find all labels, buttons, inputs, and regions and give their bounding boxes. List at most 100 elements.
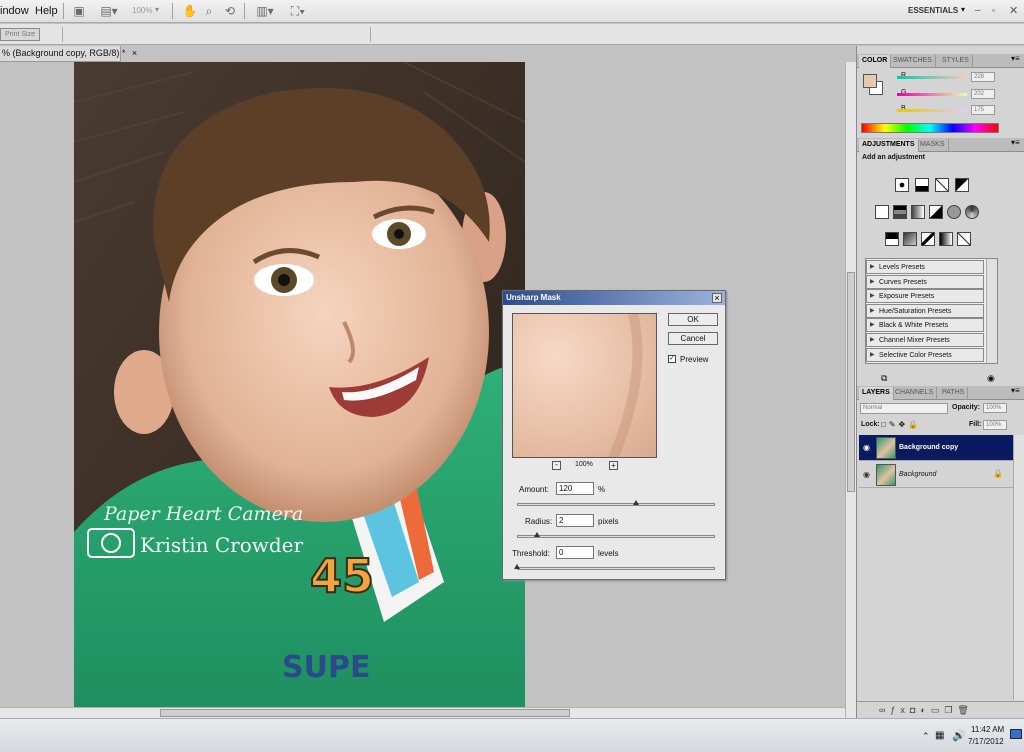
layer-row-background-copy[interactable]: ◉ Background copy bbox=[859, 435, 1023, 461]
close-icon[interactable]: ✕ bbox=[1009, 4, 1018, 17]
invert-icon[interactable] bbox=[885, 232, 899, 246]
curves-icon[interactable] bbox=[935, 178, 949, 192]
new-group-icon[interactable]: ▭ bbox=[931, 705, 945, 715]
brightness-icon[interactable] bbox=[895, 178, 909, 192]
horizontal-scrollbar[interactable] bbox=[0, 707, 845, 718]
workspace-switcher[interactable]: ESSENTIALS bbox=[908, 6, 958, 15]
posterize-icon[interactable] bbox=[903, 232, 917, 246]
amount-slider-knob[interactable] bbox=[632, 500, 639, 505]
cancel-button[interactable]: Cancel bbox=[668, 332, 718, 345]
levels-icon[interactable] bbox=[915, 178, 929, 192]
hue-saturation-icon[interactable] bbox=[893, 205, 907, 219]
minimize-icon[interactable]: – bbox=[975, 5, 981, 16]
amount-input[interactable]: 120 bbox=[556, 482, 594, 495]
vertical-scrollbar[interactable] bbox=[845, 62, 856, 718]
tab-color[interactable]: COLOR bbox=[859, 55, 892, 68]
green-channel-value[interactable]: 202 bbox=[971, 89, 995, 99]
zoom-tool-icon[interactable]: ⌕ bbox=[201, 4, 217, 19]
view-extras-icon[interactable]: ▤▾ bbox=[96, 4, 122, 19]
layer-row-background[interactable]: ◉ Background 🔒 bbox=[859, 462, 1023, 488]
radius-input[interactable]: 2 bbox=[556, 514, 594, 527]
selective-color-icon[interactable] bbox=[957, 232, 971, 246]
photo-filter-icon[interactable] bbox=[947, 205, 961, 219]
tab-channels[interactable]: CHANNELS bbox=[892, 387, 938, 400]
ok-button[interactable]: OK bbox=[668, 313, 718, 326]
channel-mixer-icon[interactable] bbox=[965, 205, 979, 219]
panel-menu-icon[interactable]: ▾≡ bbox=[1011, 386, 1020, 395]
threshold-slider[interactable] bbox=[517, 567, 715, 570]
gradient-map-icon[interactable] bbox=[939, 232, 953, 246]
exposure-icon[interactable] bbox=[955, 178, 969, 192]
layer-name[interactable]: Background copy bbox=[899, 444, 958, 451]
foreground-swatch-fill[interactable] bbox=[863, 74, 877, 88]
threshold-icon[interactable] bbox=[921, 232, 935, 246]
tab-layers[interactable]: LAYERS bbox=[859, 387, 894, 400]
threshold-slider-knob[interactable] bbox=[514, 564, 520, 569]
vertical-scroll-thumb[interactable] bbox=[847, 272, 855, 492]
blend-mode-select[interactable]: Normal bbox=[860, 403, 948, 414]
red-channel-slider[interactable] bbox=[897, 76, 967, 79]
preset-exposure[interactable]: Exposure Presets bbox=[866, 289, 984, 303]
hand-tool-icon[interactable]: ✋ bbox=[182, 4, 198, 19]
delete-layer-icon[interactable]: 🗑 bbox=[957, 705, 973, 715]
lock-icons[interactable]: □✎✥🔒 bbox=[881, 420, 921, 429]
vibrance-icon[interactable] bbox=[875, 205, 889, 219]
preset-curves[interactable]: Curves Presets bbox=[866, 275, 984, 289]
zoom-in-button[interactable]: + bbox=[609, 461, 618, 470]
clock-date[interactable]: 7/17/2012 bbox=[968, 737, 1004, 746]
bridge-icon[interactable]: ▣ bbox=[71, 4, 87, 19]
menu-window[interactable]: indow bbox=[0, 5, 29, 17]
preset-selective-color[interactable]: Selective Color Presets bbox=[866, 348, 984, 362]
radius-slider-knob[interactable] bbox=[533, 532, 540, 537]
color-balance-icon[interactable] bbox=[911, 205, 925, 219]
eye-icon[interactable]: ◉ bbox=[863, 470, 870, 479]
presets-scrollbar[interactable] bbox=[986, 259, 997, 363]
preset-levels[interactable]: Levels Presets bbox=[866, 260, 984, 274]
visibility-toggle-icon[interactable]: ◉ bbox=[987, 373, 995, 384]
action-center-icon[interactable] bbox=[1010, 729, 1022, 739]
rotate-view-icon[interactable]: ⟲ bbox=[222, 4, 238, 19]
tab-paths[interactable]: PATHS bbox=[939, 387, 969, 400]
clock-time[interactable]: 11:42 AM bbox=[971, 725, 1004, 734]
panel-menu-icon[interactable]: ▾≡ bbox=[1011, 54, 1020, 63]
preview-checkbox[interactable]: ✓ bbox=[668, 355, 676, 363]
restore-icon[interactable]: ▫ bbox=[992, 5, 995, 15]
color-ramp[interactable] bbox=[861, 123, 999, 133]
green-channel-slider[interactable] bbox=[897, 93, 967, 96]
document-tab[interactable]: % (Background copy, RGB/8) * × bbox=[0, 46, 137, 62]
link-layers-icon[interactable]: ∞ bbox=[879, 705, 890, 715]
eye-icon[interactable]: ◉ bbox=[863, 443, 870, 452]
arrange-documents-icon[interactable]: ▥▾ bbox=[253, 4, 277, 19]
dialog-close-icon[interactable]: × bbox=[712, 293, 722, 303]
new-layer-icon[interactable]: ❐ bbox=[944, 705, 957, 715]
radius-slider[interactable] bbox=[517, 535, 715, 538]
zoom-out-button[interactable]: - bbox=[552, 461, 561, 470]
layer-style-icon[interactable]: ƒx bbox=[890, 705, 910, 715]
layer-name[interactable]: Background bbox=[899, 471, 936, 478]
clip-to-layer-icon[interactable]: ⧉ bbox=[881, 373, 887, 384]
tab-masks[interactable]: MASKS bbox=[917, 139, 949, 152]
tab-styles[interactable]: STYLES bbox=[939, 55, 973, 68]
document-canvas[interactable]: 45 SUPE Paper Heart Camera Kristin Crowd… bbox=[74, 62, 525, 708]
network-icon[interactable]: ▦ bbox=[935, 730, 944, 741]
layers-scrollbar[interactable] bbox=[1013, 435, 1024, 700]
print-size-button[interactable]: Print Size bbox=[0, 28, 40, 41]
layer-mask-icon[interactable]: ◘ bbox=[910, 705, 920, 715]
red-channel-value[interactable]: 228 bbox=[971, 72, 995, 82]
volume-icon[interactable]: 🔊 bbox=[952, 729, 966, 742]
black-white-icon[interactable] bbox=[929, 205, 943, 219]
blue-channel-slider[interactable] bbox=[897, 109, 967, 112]
opacity-field[interactable]: 100% bbox=[983, 403, 1007, 413]
fill-field[interactable]: 100% bbox=[983, 420, 1007, 430]
threshold-input[interactable]: 0 bbox=[556, 546, 594, 559]
screen-mode-icon[interactable]: ⛶▾ bbox=[286, 4, 310, 19]
tab-swatches[interactable]: SWATCHES bbox=[890, 55, 936, 68]
blue-channel-value[interactable]: 175 bbox=[971, 105, 995, 115]
preset-hue-saturation[interactable]: Hue/Saturation Presets bbox=[866, 304, 984, 318]
menu-help[interactable]: Help bbox=[35, 5, 58, 17]
panel-menu-icon[interactable]: ▾≡ bbox=[1011, 138, 1020, 147]
preview-pane[interactable] bbox=[512, 313, 657, 458]
preset-black-white[interactable]: Black & White Presets bbox=[866, 318, 984, 332]
show-hidden-icons-icon[interactable]: ⌃ bbox=[922, 731, 930, 742]
amount-slider[interactable] bbox=[517, 503, 715, 506]
